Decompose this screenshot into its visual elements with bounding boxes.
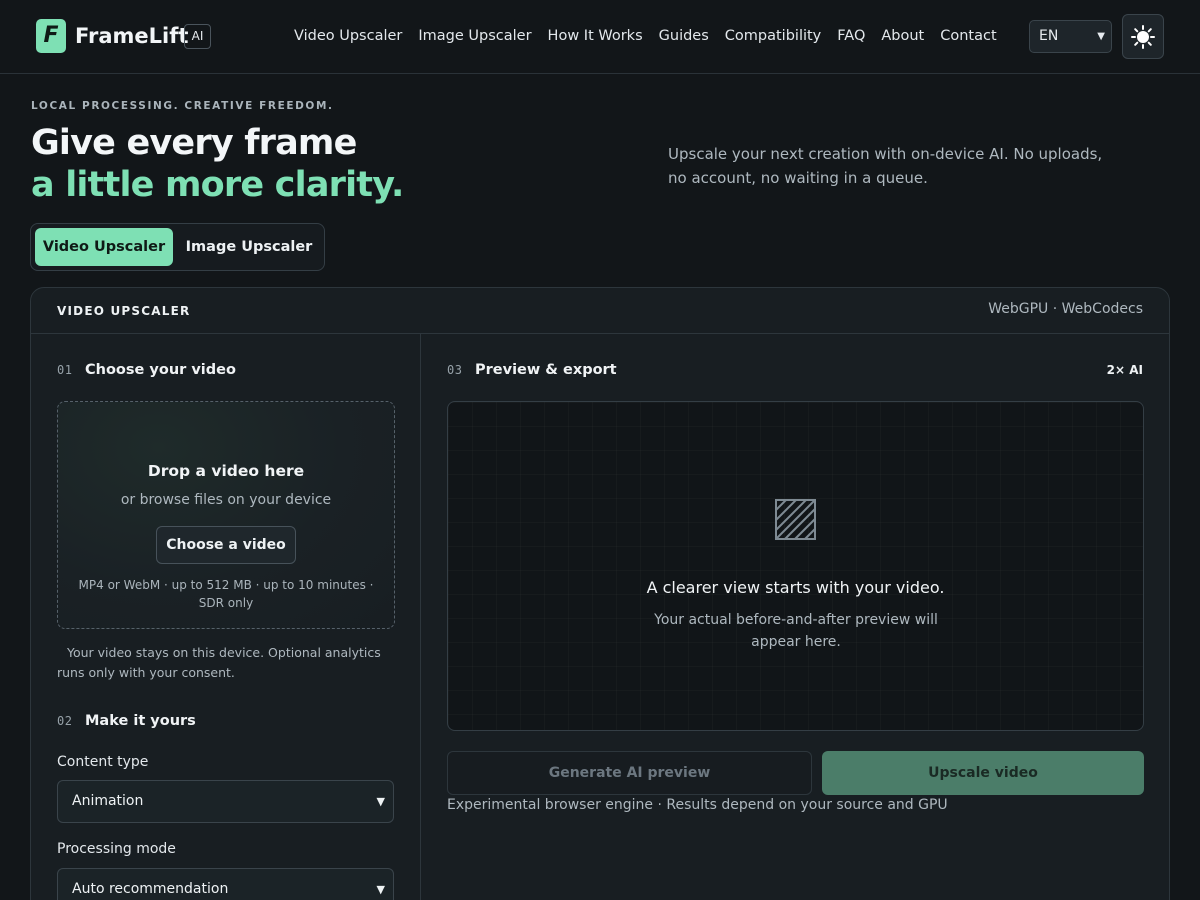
- file-limits-text: MP4 or WebM · up to 512 MB · up to 10 mi…: [78, 578, 374, 610]
- hero-eyebrow: LOCAL PROCESSING. CREATIVE FREEDOM.: [31, 100, 334, 112]
- panel-title: VIDEO UPSCALER: [57, 304, 191, 318]
- nav-contact[interactable]: Contact: [940, 26, 996, 46]
- hero-title-line2: a little more clarity.: [31, 165, 404, 205]
- step-1-number: 01: [57, 363, 73, 377]
- video-dropzone[interactable]: Drop a video here or browse files on you…: [57, 401, 395, 629]
- theme-toggle-button[interactable]: [1122, 14, 1164, 59]
- tab-video-upscaler[interactable]: Video Upscaler: [35, 228, 173, 266]
- column-divider: [420, 334, 421, 900]
- brand-name[interactable]: FrameLift: [75, 22, 188, 50]
- panel-header: VIDEO UPSCALER WebGPU · WebCodecs: [31, 288, 1169, 334]
- content-type-value: Animation: [72, 793, 144, 809]
- step-1-title: Choose your video: [85, 362, 236, 378]
- step-2-number: 02: [57, 714, 73, 728]
- language-value: EN: [1039, 28, 1059, 44]
- panel-tech-label: WebGPU · WebCodecs: [988, 301, 1143, 317]
- nav-image-upscaler[interactable]: Image Upscaler: [418, 26, 531, 46]
- chevron-down-icon: ▼: [376, 795, 385, 808]
- site-header: F FrameLift AI Video Upscaler Image Upsc…: [0, 0, 1200, 74]
- image-placeholder-icon: [775, 499, 816, 540]
- hero-title-line1: Give every frame: [31, 123, 357, 163]
- language-select[interactable]: EN ▼: [1029, 20, 1112, 53]
- nav-faq[interactable]: FAQ: [837, 26, 865, 46]
- upscaler-panel: VIDEO UPSCALER WebGPU · WebCodecs 01 Cho…: [30, 287, 1170, 900]
- brand-badge: AI: [184, 24, 211, 49]
- nav-compatibility[interactable]: Compatibility: [725, 26, 821, 46]
- scale-badge: 2× AI: [1106, 363, 1143, 377]
- processing-mode-label: Processing mode: [57, 841, 176, 857]
- preview-area: A clearer view starts with your video. Y…: [447, 401, 1144, 731]
- mode-tabs: Video Upscaler Image Upscaler: [30, 223, 325, 271]
- content-type-select[interactable]: Animation ▼: [57, 780, 394, 823]
- hero-description: Upscale your next creation with on-devic…: [668, 145, 1103, 187]
- chevron-down-icon: ▼: [1097, 31, 1105, 42]
- nav-how-it-works[interactable]: How It Works: [548, 26, 643, 46]
- upscale-video-button[interactable]: Upscale video: [822, 751, 1144, 795]
- preview-title: A clearer view starts with your video.: [646, 578, 945, 597]
- choose-video-button[interactable]: Choose a video: [156, 526, 296, 564]
- dropzone-title: Drop a video here: [147, 462, 305, 480]
- tab-image-upscaler[interactable]: Image Upscaler: [179, 228, 319, 266]
- content-type-label: Content type: [57, 754, 149, 770]
- logo-icon[interactable]: F: [36, 19, 66, 53]
- sun-icon: [1131, 25, 1155, 49]
- processing-mode-select[interactable]: Auto recommendation ▼: [57, 868, 394, 900]
- step-3-title: Preview & export: [475, 362, 617, 378]
- step-3-number: 03: [447, 363, 463, 377]
- preview-subtitle: Your actual before-and-after preview wil…: [654, 612, 938, 650]
- nav-guides[interactable]: Guides: [659, 26, 709, 46]
- main-nav: Video Upscaler Image Upscaler How It Wor…: [294, 26, 1013, 46]
- nav-about[interactable]: About: [881, 26, 924, 46]
- step-2-title: Make it yours: [85, 713, 196, 729]
- privacy-note: Your video stays on this device. Optiona…: [57, 645, 381, 680]
- engine-note: Experimental browser engine · Results de…: [447, 797, 948, 813]
- processing-mode-value: Auto recommendation: [72, 881, 229, 897]
- generate-preview-button[interactable]: Generate AI preview: [447, 751, 812, 795]
- chevron-down-icon: ▼: [376, 883, 385, 896]
- nav-video-upscaler[interactable]: Video Upscaler: [294, 26, 402, 46]
- hero-title: Give every frame a little more clarity.: [31, 122, 404, 206]
- dropzone-subtitle: or browse files on your device: [120, 492, 332, 508]
